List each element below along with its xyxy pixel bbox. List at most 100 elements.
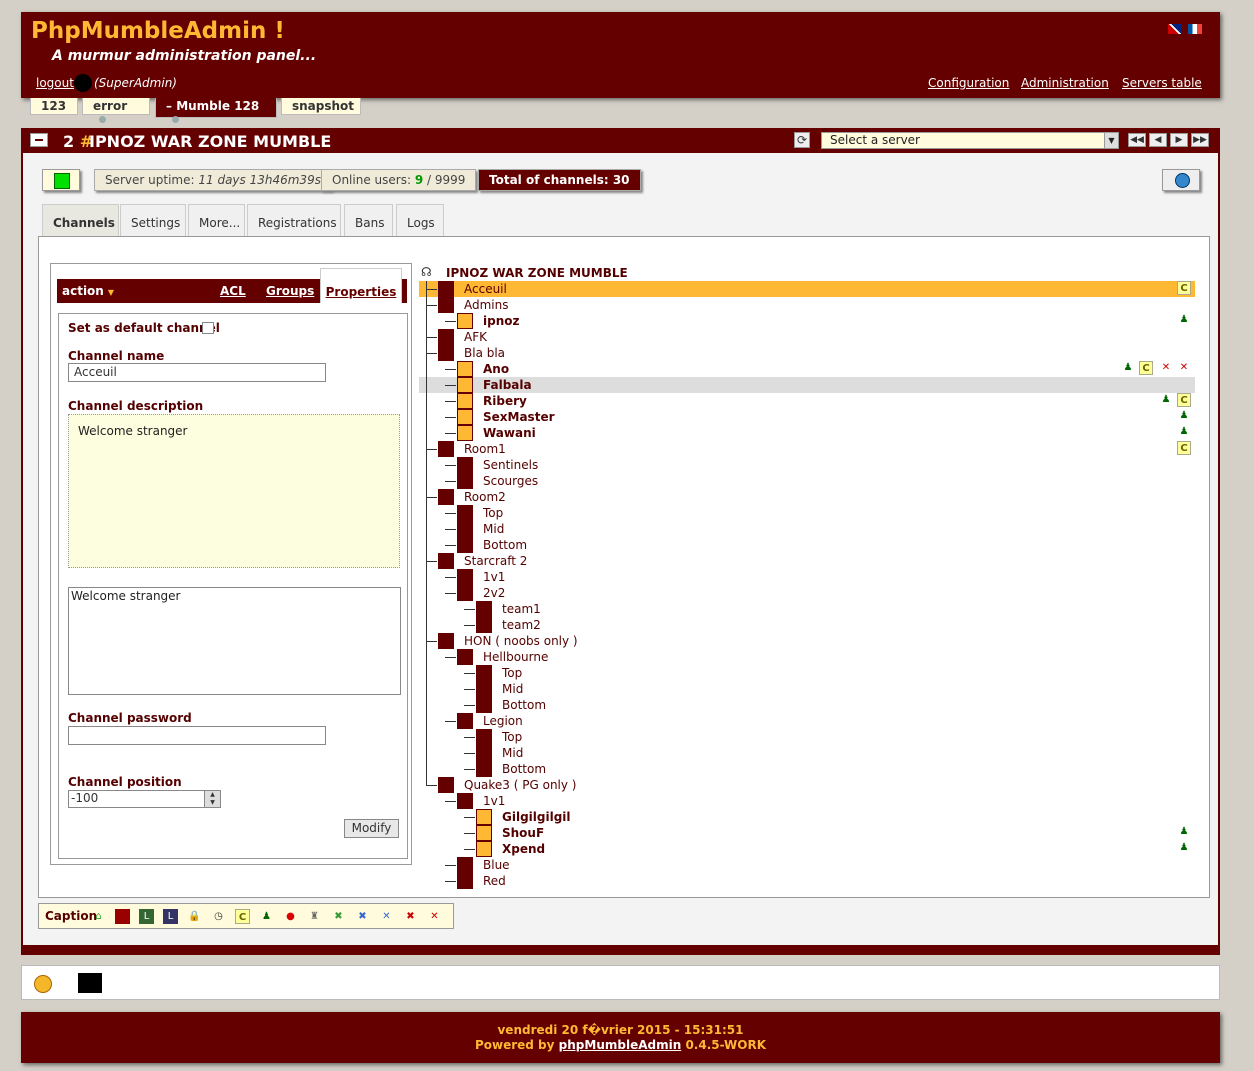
tree-branch-line (426, 561, 437, 562)
refresh-icon[interactable]: ⟳ (794, 132, 810, 148)
tree-branch-line (445, 529, 456, 530)
tree-channel-row[interactable]: Admins (419, 297, 1195, 313)
tree-channel-row[interactable]: Bottom (419, 697, 1195, 713)
smiley-icon[interactable] (34, 975, 52, 993)
user-add-icon: ♟ (1179, 314, 1189, 325)
modify-button[interactable]: Modify (344, 819, 399, 838)
tree-user-row[interactable]: Xpend (419, 841, 1195, 857)
tree-channel-row[interactable]: Mid (419, 681, 1195, 697)
last-server-icon[interactable]: ▶▶ (1191, 133, 1209, 147)
fr-flag-icon[interactable] (1188, 24, 1202, 34)
tree-channel-row[interactable]: team1 (419, 601, 1195, 617)
tree-channel-row[interactable]: Acceuil (419, 281, 1195, 297)
tab-settings[interactable]: Settings (120, 204, 186, 236)
channel-description-preview: Welcome stranger (68, 414, 400, 568)
comment-icon[interactable]: C (1177, 281, 1191, 295)
uk-flag-icon[interactable] (1168, 24, 1182, 34)
tree-branch-line (464, 673, 475, 674)
tree-user-row[interactable]: Falbala (419, 377, 1195, 393)
tree-user-row[interactable]: ShouF (419, 825, 1195, 841)
phpmumbleadmin-link[interactable]: phpMumbleAdmin (559, 1038, 682, 1052)
channel-password-input[interactable] (68, 726, 326, 745)
tree-channel-row[interactable]: Quake3 ( PG only ) (419, 777, 1195, 793)
tree-channel-row[interactable]: Mid (419, 521, 1195, 537)
tree-branch-line (464, 817, 475, 818)
comment-icon[interactable]: C (1177, 441, 1191, 455)
channel-icon (438, 489, 454, 505)
tab-snapshot[interactable]: snapshot (281, 98, 361, 115)
tab-bans[interactable]: Bans (344, 204, 393, 236)
tree-root-label[interactable]: IPNOZ WAR ZONE MUMBLE (446, 266, 628, 280)
tab-more[interactable]: More... (188, 204, 245, 236)
default-channel-checkbox[interactable] (202, 322, 214, 334)
prev-server-icon[interactable]: ◀ (1149, 133, 1167, 147)
server-select[interactable]: Select a server ▼ (821, 132, 1119, 149)
tree-channel-row[interactable]: Top (419, 505, 1195, 521)
comment-icon[interactable]: C (1139, 361, 1153, 375)
tree-branch-line (445, 545, 456, 546)
channel-description-textarea[interactable]: Welcome stranger (68, 587, 401, 695)
collapse-button[interactable] (30, 133, 48, 147)
tab-123[interactable]: 123 (30, 98, 78, 115)
tree-channel-row[interactable]: Legion (419, 713, 1195, 729)
tree-user-row[interactable]: Wawani (419, 425, 1195, 441)
comment-icon[interactable]: C (1177, 393, 1191, 407)
tab-logs[interactable]: Logs (396, 204, 444, 236)
tree-channel-row[interactable]: Bottom (419, 537, 1195, 553)
deaf-icon: ✕ (1179, 362, 1189, 373)
channel-position-input[interactable]: -100 ▲ ▼ (68, 790, 221, 808)
tree-user-row[interactable]: ipnoz (419, 313, 1195, 329)
nav-administration[interactable]: Administration (1021, 76, 1109, 90)
logout-link[interactable]: logout (36, 76, 74, 90)
tree-channel-row[interactable]: Hellbourne (419, 649, 1195, 665)
tree-node-label: Gilgilgilgil (502, 810, 571, 824)
tree-channel-row[interactable]: Top (419, 729, 1195, 745)
user-role: (SuperAdmin) (94, 76, 177, 90)
next-server-icon[interactable]: ▶ (1170, 133, 1188, 147)
tab-properties[interactable]: Properties (320, 268, 402, 303)
tree-user-row[interactable]: Ribery (419, 393, 1195, 409)
nav-servers-table[interactable]: Servers table (1122, 76, 1202, 90)
tree-user-row[interactable]: Ano (419, 361, 1195, 377)
tree-user-row[interactable]: SexMaster (419, 409, 1195, 425)
tree-channel-row[interactable]: Red (419, 873, 1195, 889)
tab-groups[interactable]: Groups (266, 284, 314, 298)
tab-error[interactable]: error (82, 98, 150, 123)
tree-channel-row[interactable]: Room1 (419, 441, 1195, 457)
tree-node-label: ipnoz (483, 314, 520, 328)
tree-channel-row[interactable]: Starcraft 2 (419, 553, 1195, 569)
server-status-toggle[interactable] (42, 169, 80, 191)
tree-channel-row[interactable]: Blue (419, 857, 1195, 873)
tree-channel-row[interactable]: Room2 (419, 489, 1195, 505)
first-server-icon[interactable]: ◀◀ (1128, 133, 1146, 147)
tree-user-row[interactable]: Gilgilgilgil (419, 809, 1195, 825)
action-menu[interactable]: action ▼ (62, 284, 114, 298)
tree-node-label: Top (502, 730, 523, 744)
tree-channel-row[interactable]: 1v1 (419, 793, 1195, 809)
tree-channel-row[interactable]: 1v1 (419, 569, 1195, 585)
tree-channel-row[interactable]: Sentinels (419, 457, 1195, 473)
channel-tree: ☊ IPNOZ WAR ZONE MUMBLE Acceuil Admins ipn… (419, 263, 1209, 895)
tree-channel-row[interactable]: 2v2 (419, 585, 1195, 601)
user-icon (457, 409, 473, 425)
channel-name-input[interactable]: Acceuil (68, 363, 326, 382)
channel-name-label: Channel name (68, 349, 165, 363)
tree-node-label: Scourges (483, 474, 539, 488)
tree-channel-row[interactable]: team2 (419, 617, 1195, 633)
channel-icon (438, 281, 454, 297)
tree-channel-row[interactable]: AFK (419, 329, 1195, 345)
tree-channel-row[interactable]: Top (419, 665, 1195, 681)
channels-content: action ▼ ACL Groups Properties Set as def… (38, 236, 1210, 898)
tree-channel-row[interactable]: Scourges (419, 473, 1195, 489)
tab-registrations[interactable]: Registrations (247, 204, 341, 236)
tree-channel-row[interactable]: Bottom (419, 761, 1195, 777)
tree-channel-row[interactable]: Bla bla (419, 345, 1195, 361)
tab-mumble-128[interactable]: – Mumble 128 (155, 98, 277, 123)
tab-acl[interactable]: ACL (220, 284, 246, 298)
spinner-icon[interactable]: ▲ ▼ (204, 791, 220, 807)
globe-icon[interactable] (1162, 169, 1200, 191)
tree-channel-row[interactable]: HON ( noobs only ) (419, 633, 1195, 649)
tab-channels[interactable]: Channels (42, 204, 119, 237)
tree-channel-row[interactable]: Mid (419, 745, 1195, 761)
nav-configuration[interactable]: Configuration (928, 76, 1009, 90)
